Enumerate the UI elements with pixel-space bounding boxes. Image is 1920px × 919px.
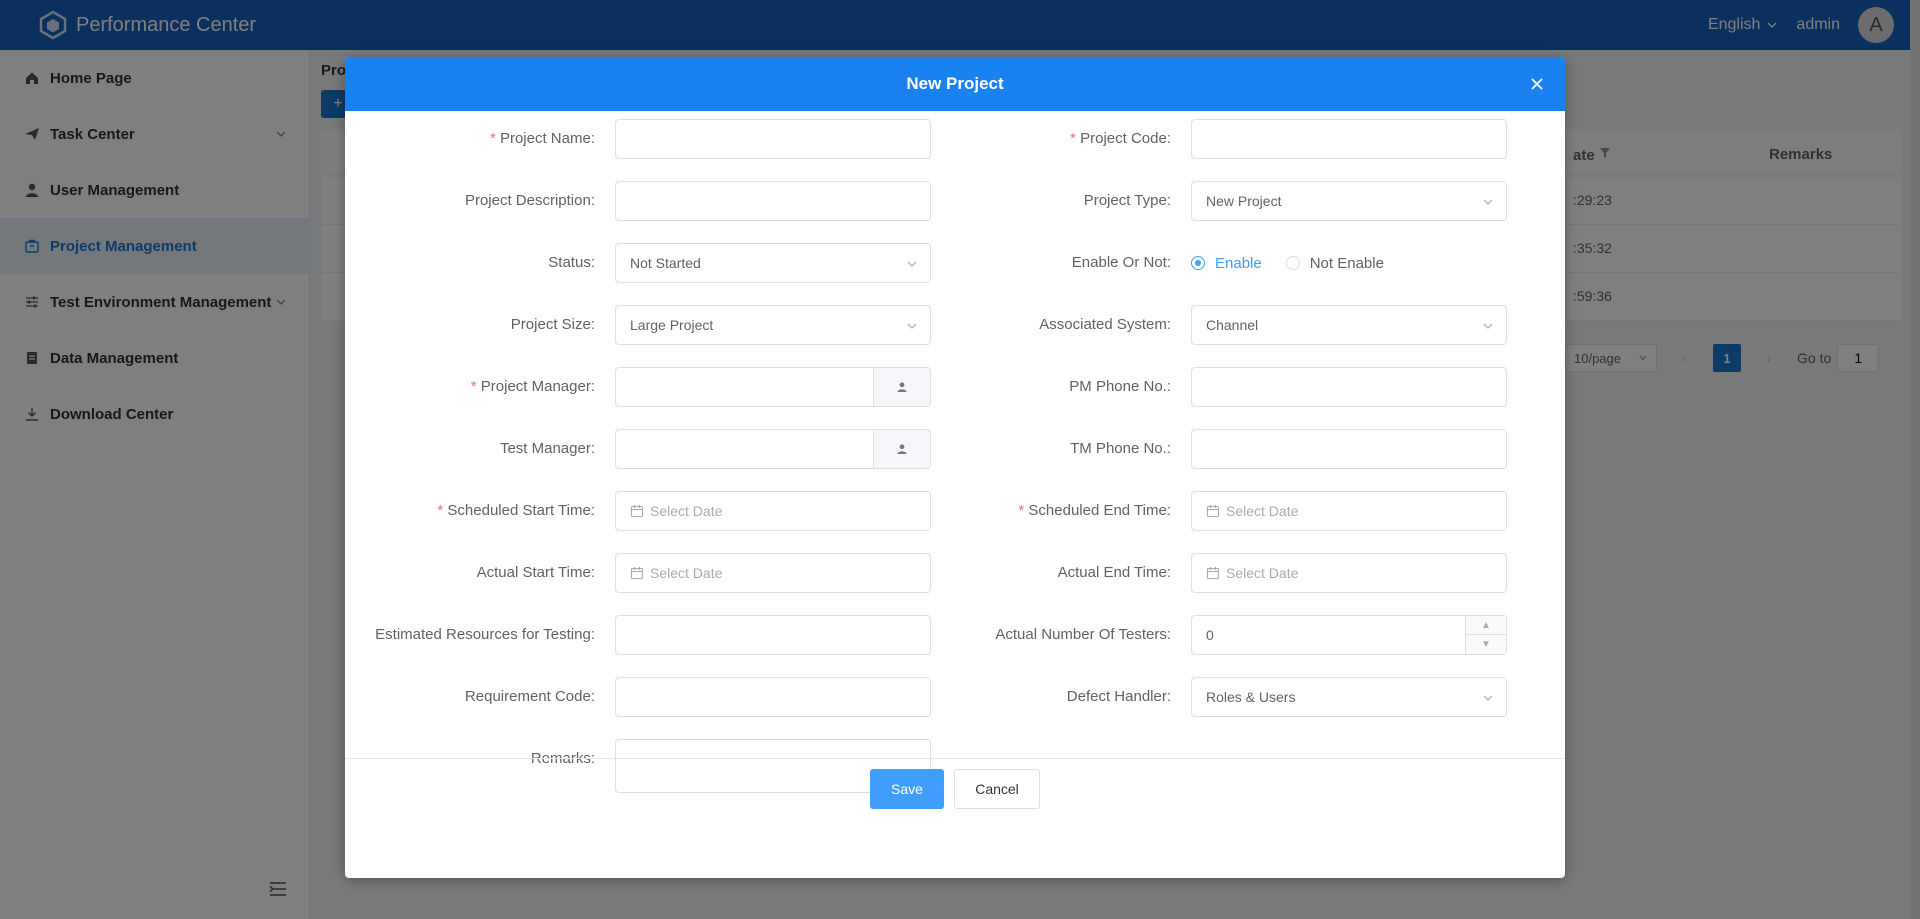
scheduled-end-time-picker[interactable]: Select Date — [1191, 491, 1507, 531]
label-pm-phone: PM Phone No.: — [1069, 378, 1171, 395]
dialog-title: New Project — [906, 74, 1004, 93]
calendar-icon — [1206, 504, 1220, 518]
cancel-button[interactable]: Cancel — [954, 768, 1040, 809]
chevron-down-icon — [1483, 323, 1493, 329]
dialog-body: * Project Name: Project Description: Sta… — [345, 111, 1565, 818]
label-associated-system: Associated System: — [1039, 316, 1171, 333]
tm-phone-input[interactable] — [1191, 429, 1507, 469]
label-project-type: Project Type: — [1083, 192, 1171, 209]
actual-end-time-picker[interactable]: Select Date — [1191, 553, 1507, 593]
associated-system-select[interactable]: Channel — [1191, 305, 1507, 345]
label-tm-phone: TM Phone No.: — [1070, 440, 1171, 457]
label-project-code: * Project Code: — [1070, 130, 1171, 147]
dialog-header: New Project — [345, 57, 1565, 111]
label-scheduled-end-time: * Scheduled End Time: — [1018, 502, 1171, 519]
radio-unselected-icon — [1285, 256, 1300, 270]
chevron-down-icon — [1483, 695, 1493, 701]
not-enable-radio[interactable]: Not Enable — [1285, 255, 1384, 272]
project-type-value: New Project — [1206, 193, 1282, 209]
testers-count-value: 0 — [1206, 627, 1214, 643]
defect-handler-value: Roles & Users — [1206, 689, 1296, 705]
dialog-footer: Save Cancel — [345, 758, 1565, 818]
actual-number-of-testers-input[interactable]: 0 ▲ ▼ — [1191, 615, 1507, 655]
new-project-dialog: New Project * Project Name: Project Desc… — [345, 57, 1565, 878]
associated-system-value: Channel — [1206, 317, 1259, 333]
pm-phone-input[interactable] — [1191, 367, 1507, 407]
radio-selected-icon — [1191, 256, 1205, 270]
label-defect-handler: Defect Handler: — [1066, 688, 1171, 705]
enable-radio[interactable]: Enable — [1191, 255, 1262, 272]
save-button[interactable]: Save — [870, 768, 944, 809]
project-code-input[interactable] — [1191, 119, 1507, 159]
project-type-select[interactable]: New Project — [1191, 181, 1507, 221]
label-enable-or-not: Enable Or Not: — [1071, 254, 1171, 271]
decrease-button[interactable]: ▼ — [1466, 635, 1506, 654]
number-stepper: ▲ ▼ — [1465, 616, 1506, 654]
defect-handler-select[interactable]: Roles & Users — [1191, 677, 1507, 717]
close-icon[interactable] — [1527, 74, 1547, 94]
calendar-icon — [1206, 566, 1220, 580]
label-actual-number-of-testers: Actual Number Of Testers: — [995, 626, 1171, 643]
increase-button[interactable]: ▲ — [1466, 616, 1506, 635]
chevron-down-icon — [1483, 199, 1493, 205]
enable-radio-group: Enable Not Enable — [1191, 243, 1384, 283]
label-actual-end-time: Actual End Time: — [1057, 564, 1171, 581]
